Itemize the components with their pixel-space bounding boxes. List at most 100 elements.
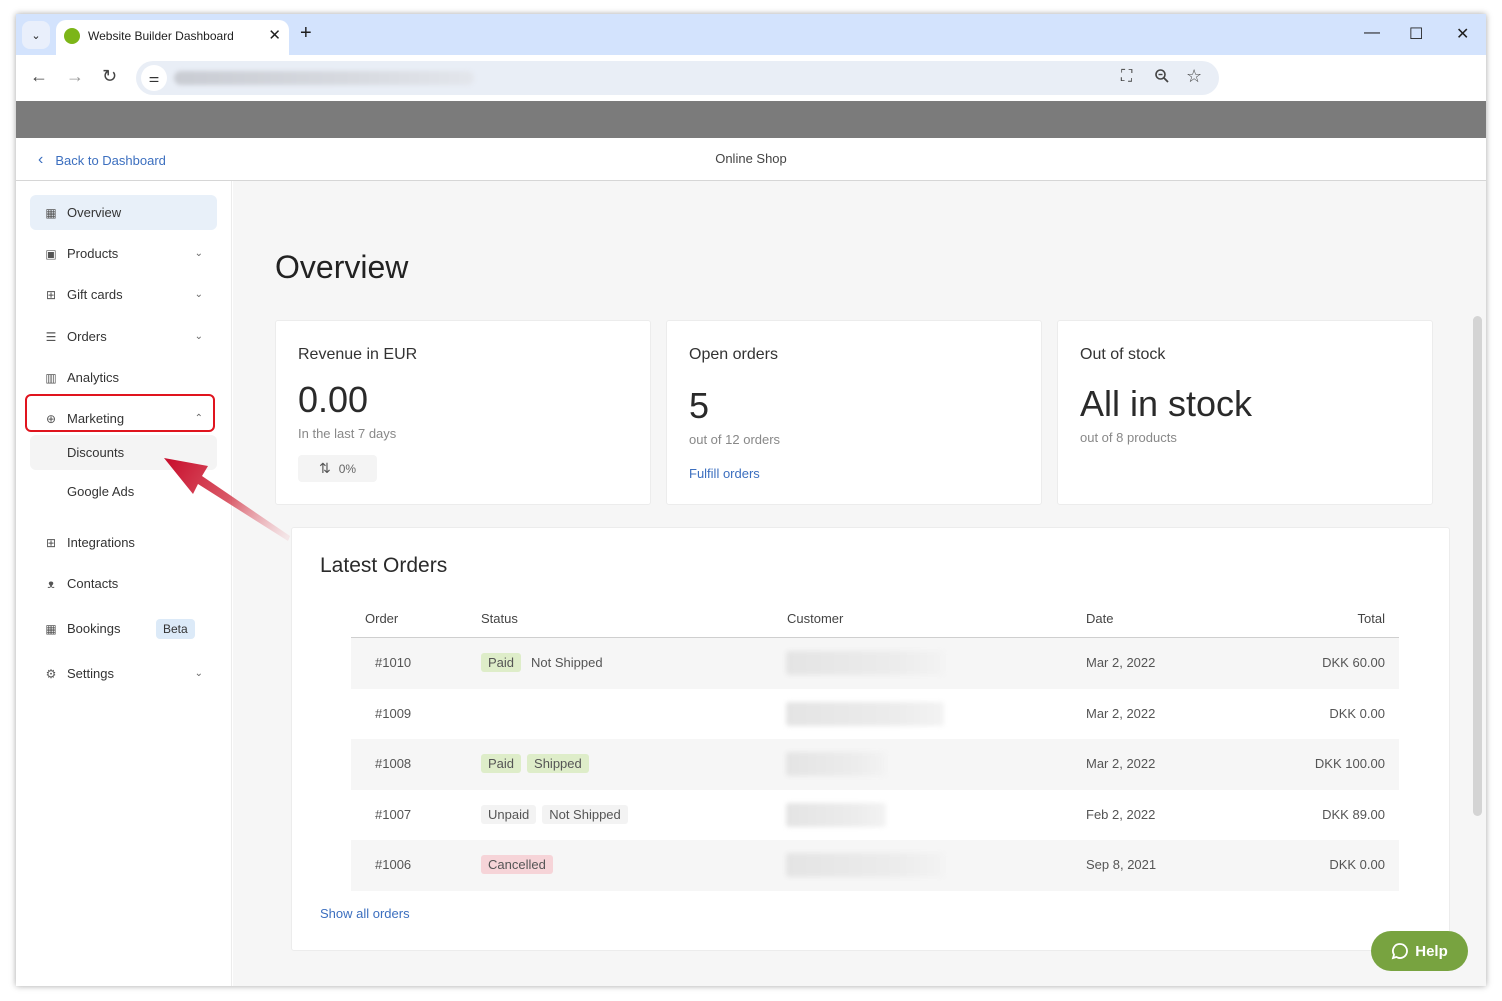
- table-row[interactable]: #1009 Mar 2, 2022 DKK 0.00: [351, 689, 1399, 740]
- orders-table: Order Status Customer Date Total #1010 Pa…: [351, 598, 1399, 891]
- sidebar-item-label: Analytics: [67, 370, 120, 385]
- open-orders-card: Open orders 5 out of 12 orders Fulfill o…: [666, 320, 1042, 505]
- sidebar-item-settings[interactable]: ⚙ Settings ⌄: [30, 656, 217, 691]
- zoom-out-icon[interactable]: [1154, 68, 1170, 89]
- sidebar-item-analytics[interactable]: ▥ Analytics: [30, 360, 217, 395]
- order-number[interactable]: #1007: [375, 807, 411, 822]
- browser-toolbar: ← → ↻ ⚌ ⛶ ☆: [16, 55, 1486, 101]
- sidebar-item-orders[interactable]: ☰ Orders ⌄: [30, 319, 217, 354]
- order-number[interactable]: #1008: [375, 756, 411, 771]
- integrations-icon: ⊞: [45, 535, 57, 550]
- order-number[interactable]: #1010: [375, 655, 411, 670]
- sidebar-item-integrations[interactable]: ⊞ Integrations: [30, 525, 217, 560]
- main-content: Overview Revenue in EUR 0.00 In the last…: [233, 181, 1486, 986]
- translate-icon[interactable]: ⛶: [1121, 68, 1132, 86]
- table-row[interactable]: #1006 Cancelled Sep 8, 2021 DKK 0.00: [351, 840, 1399, 891]
- show-all-orders-link[interactable]: Show all orders: [320, 906, 410, 921]
- chevron-down-icon: ⌄: [194, 331, 203, 342]
- card-title: Out of stock: [1080, 346, 1166, 363]
- status-badge: Shipped: [527, 754, 589, 773]
- column-header-date[interactable]: Date: [1086, 611, 1113, 626]
- sidebar-item-products[interactable]: ▣ Products ⌄: [30, 236, 217, 271]
- scrollbar[interactable]: [1473, 316, 1482, 816]
- minimize-icon[interactable]: —: [1364, 24, 1380, 42]
- order-status: Unpaid Not Shipped: [481, 804, 628, 824]
- sidebar-item-label: Integrations: [67, 535, 135, 550]
- sidebar-subitem-discounts[interactable]: Discounts: [30, 435, 217, 470]
- order-status: Paid Shipped: [481, 754, 589, 773]
- order-total: DKK 60.00: [1322, 655, 1385, 670]
- order-total: DKK 89.00: [1322, 806, 1385, 822]
- sidebar-item-bookings[interactable]: ▦ Bookings Beta: [30, 611, 217, 646]
- order-date: Sep 8, 2021: [1086, 857, 1157, 872]
- contacts-icon: ᴥ: [47, 576, 55, 591]
- status-badge: Paid: [481, 754, 522, 773]
- status-badge: Unpaid: [481, 804, 537, 824]
- arrow-right-icon[interactable]: →: [66, 66, 84, 87]
- help-button[interactable]: Help: [1371, 931, 1468, 971]
- sidebar-item-contacts[interactable]: ᴥ Contacts: [30, 566, 217, 601]
- sidebar-item-label: Settings: [67, 666, 114, 681]
- sidebar-subitem-google-ads[interactable]: Google Ads: [30, 474, 217, 509]
- column-header-status[interactable]: Status: [481, 611, 518, 626]
- maximize-icon[interactable]: ☐: [1409, 24, 1423, 44]
- status-badge: Not Shipped: [542, 804, 628, 824]
- tab-strip: ⌄ Website Builder Dashboard ✕ + — ☐ ✕: [16, 14, 1486, 55]
- sidebar-item-label: Gift cards: [67, 287, 123, 302]
- table-row[interactable]: #1007 Unpaid Not Shipped Feb 2, 2022 DKK 89.…: [351, 790, 1399, 841]
- fulfill-orders-link[interactable]: Fulfill orders: [689, 466, 760, 481]
- order-number[interactable]: #1006: [375, 857, 411, 872]
- column-header-total[interactable]: Total: [1358, 611, 1385, 626]
- browser-tab[interactable]: Website Builder Dashboard ✕: [56, 20, 289, 55]
- open-orders-subtitle: out of 12 orders: [689, 432, 781, 447]
- revenue-subtitle: In the last 7 days: [298, 426, 397, 441]
- analytics-icon: ▥: [45, 370, 57, 385]
- order-date: Mar 2, 2022: [1086, 655, 1156, 670]
- arrow-left-icon[interactable]: ←: [30, 66, 48, 87]
- order-total: DKK 100.00: [1314, 756, 1385, 771]
- sidebar-item-gift-cards[interactable]: ⊞ Gift cards ⌄: [30, 277, 217, 312]
- customer-name-blurred: [786, 752, 886, 776]
- close-icon[interactable]: ✕: [268, 26, 281, 44]
- sidebar-item-overview[interactable]: ▦ Overview: [30, 195, 217, 230]
- sidebar-subitem-label: Google Ads: [67, 484, 135, 499]
- order-date: Mar 2, 2022: [1086, 756, 1156, 771]
- address-bar[interactable]: ⚌ ⛶ ☆: [136, 61, 1219, 95]
- stock-subtitle: out of 8 products: [1080, 430, 1177, 445]
- table-row[interactable]: #1008 Paid Shipped Mar 2, 2022 DKK 100.00: [351, 739, 1399, 790]
- sidebar-item-label: Orders: [67, 329, 107, 344]
- shop-title: Online Shop: [715, 151, 787, 166]
- beta-badge: Beta: [156, 619, 195, 639]
- grid-icon: ▦: [45, 205, 57, 220]
- chevron-down-icon[interactable]: ⌄: [22, 21, 50, 49]
- column-header-order[interactable]: Order: [365, 611, 398, 626]
- browser-window: ⌄ Website Builder Dashboard ✕ + — ☐ ✕ ← …: [16, 14, 1486, 986]
- chevron-down-icon: ⌄: [194, 668, 203, 679]
- order-date: Feb 2, 2022: [1086, 806, 1156, 822]
- tune-icon[interactable]: ⚌: [141, 65, 167, 91]
- status-badge: Not Shipped: [531, 655, 603, 670]
- order-date: Mar 2, 2022: [1086, 705, 1156, 721]
- sort-arrows-icon: ⇅: [318, 460, 331, 476]
- chevron-down-icon: ⌄: [194, 289, 203, 300]
- customer-name-blurred: [786, 802, 886, 827]
- tab-title: Website Builder Dashboard: [88, 29, 234, 43]
- sidebar-subitem-label: Discounts: [67, 445, 125, 460]
- star-icon[interactable]: ☆: [1186, 66, 1202, 87]
- customer-name-blurred: [786, 853, 944, 877]
- sidebar-item-label: Bookings: [67, 621, 121, 636]
- reload-icon[interactable]: ↻: [102, 66, 117, 87]
- card-title: Revenue in EUR: [298, 346, 418, 363]
- status-badge: Cancelled: [481, 855, 553, 874]
- order-number[interactable]: #1009: [375, 706, 411, 721]
- chevron-down-icon: ⌄: [194, 248, 203, 259]
- column-header-customer[interactable]: Customer: [787, 611, 843, 626]
- orders-icon: ☰: [45, 329, 57, 344]
- table-row[interactable]: #1010 Paid Not Shipped Mar 2, 2022 DKK 60.00: [351, 638, 1399, 689]
- open-orders-value: 5: [689, 385, 710, 426]
- order-status: Paid Not Shipped: [481, 653, 610, 672]
- order-total: DKK 0.00: [1329, 857, 1385, 872]
- plus-icon[interactable]: +: [300, 23, 312, 43]
- order-status: Cancelled: [481, 855, 553, 874]
- close-window-icon[interactable]: ✕: [1456, 24, 1469, 44]
